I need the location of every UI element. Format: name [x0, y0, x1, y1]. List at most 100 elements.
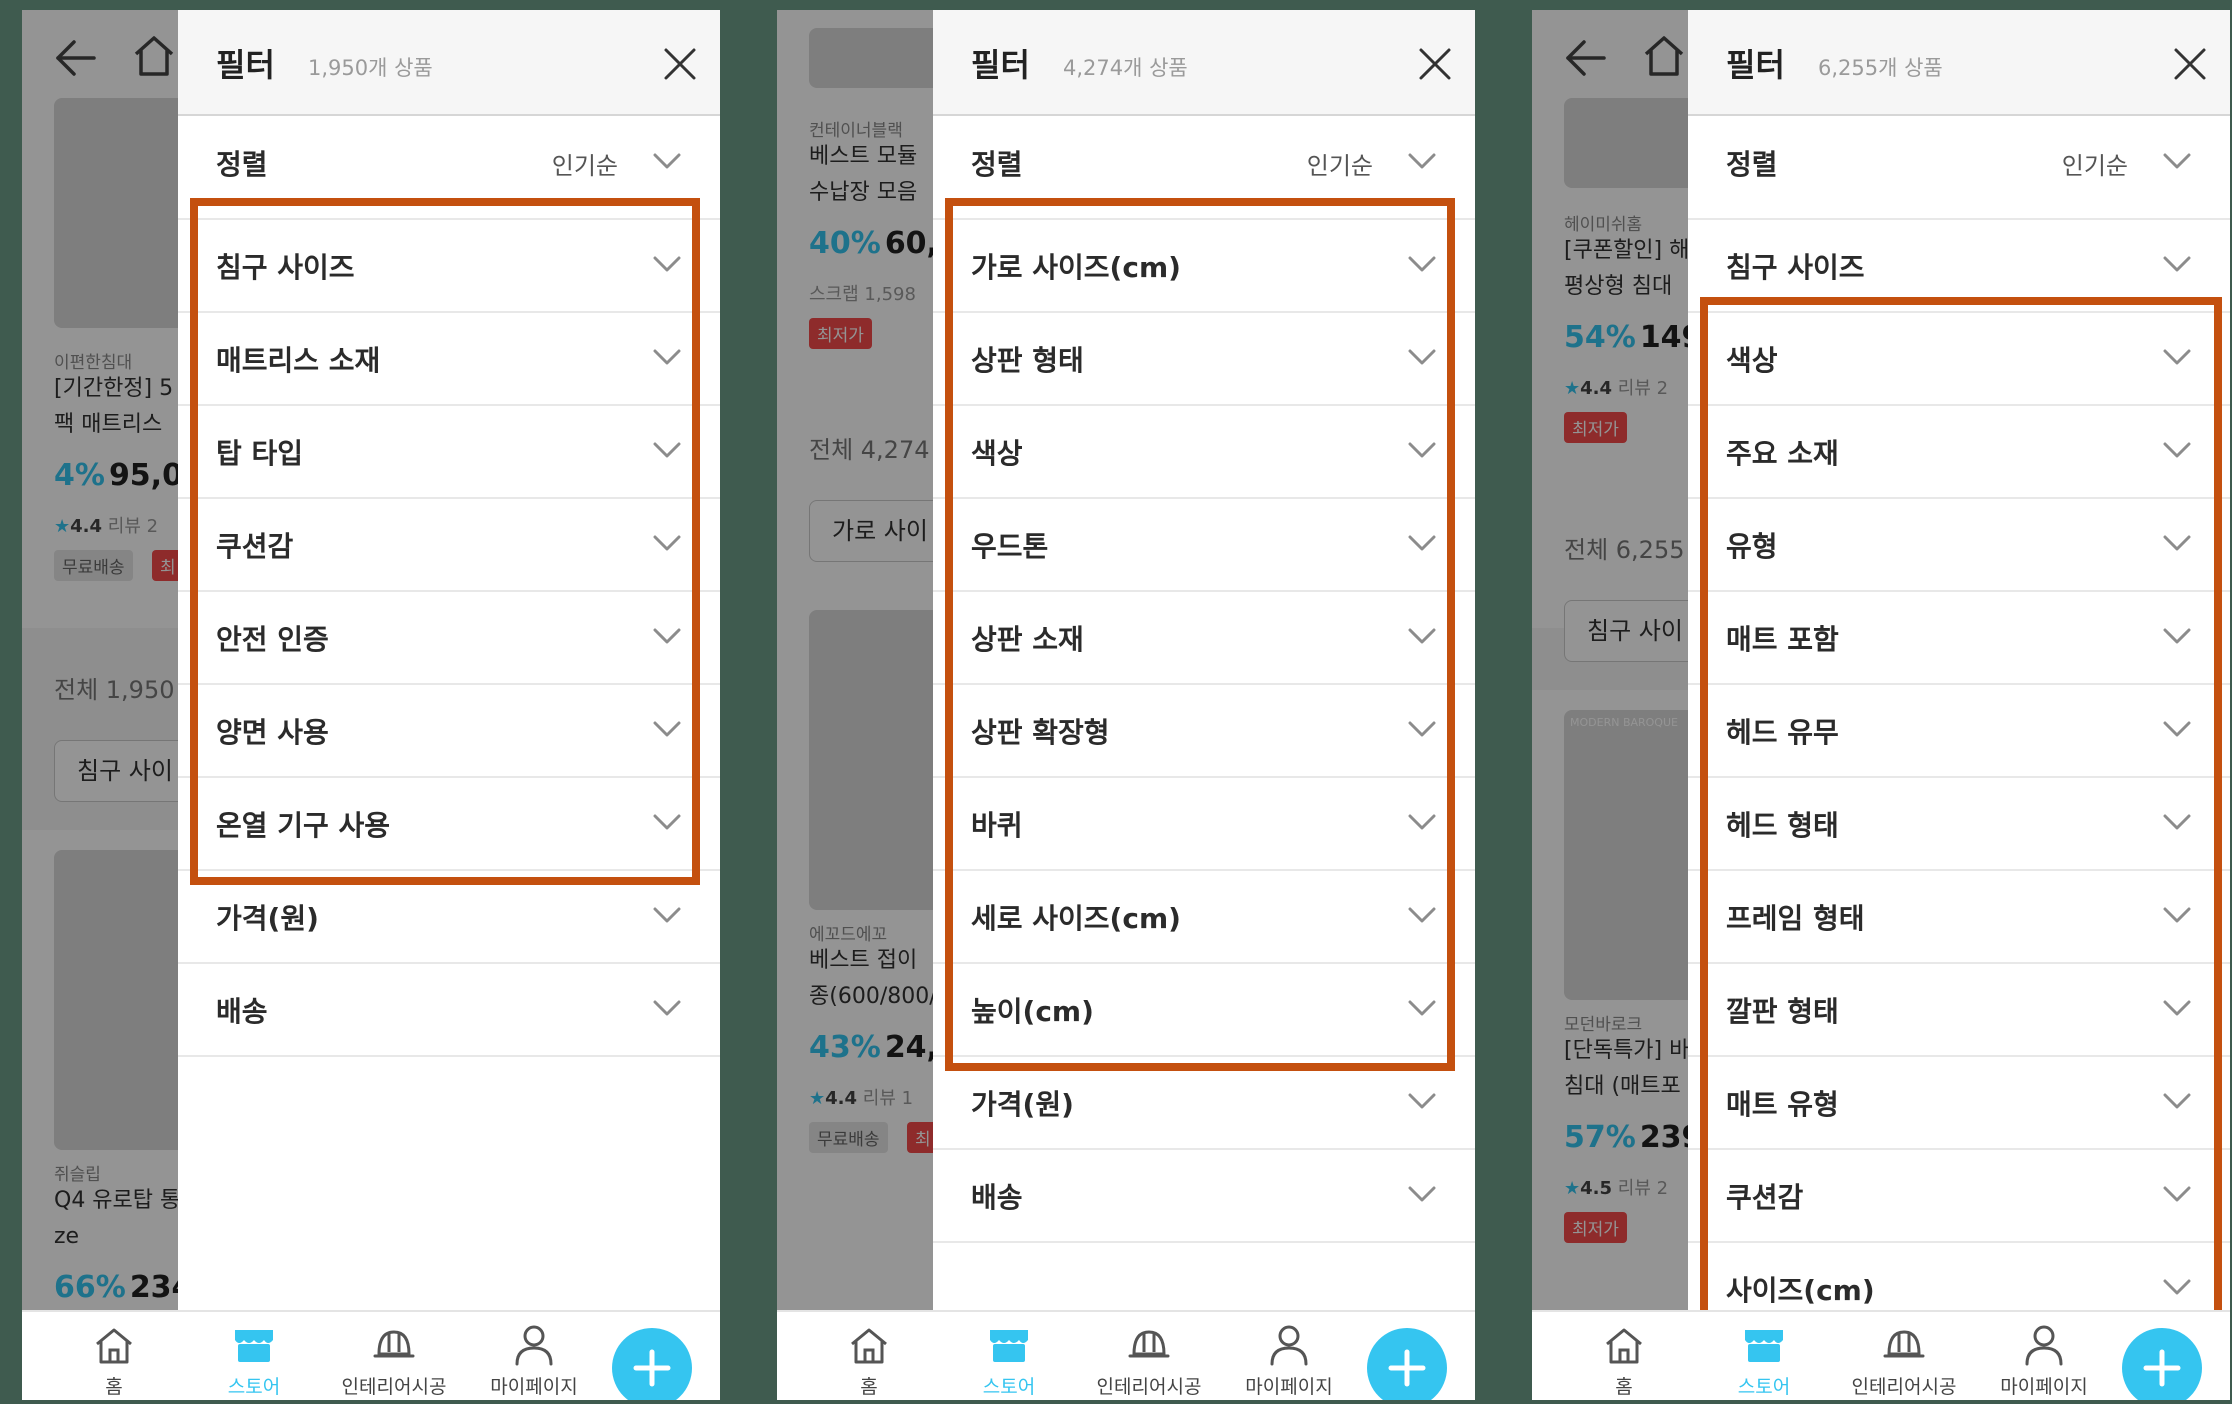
nav-store[interactable]: 스토어	[939, 1322, 1079, 1399]
filter-row[interactable]: 상판 형태	[933, 313, 1475, 406]
nav-interior[interactable]: 인테리어시공	[324, 1322, 464, 1399]
sort-row[interactable]: 정렬 인기순	[1688, 117, 2230, 220]
add-button[interactable]	[2122, 1328, 2202, 1400]
store-icon	[235, 1330, 273, 1362]
nav-store[interactable]: 스토어	[184, 1322, 324, 1399]
filter-row[interactable]: 상판 확장형	[933, 685, 1475, 778]
chevron-down-icon	[1408, 535, 1436, 551]
filter-panel: 필터 1,950개 상품 정렬 인기순 침구 사이즈 매트리스 소재 탑 타입 쿠션감 안전 인…	[178, 10, 720, 1310]
nav-store[interactable]: 스토어	[1694, 1322, 1834, 1399]
nav-label: 인테리어시공	[341, 1376, 447, 1398]
filter-row[interactable]: 세로 사이즈(cm)	[933, 871, 1475, 964]
chevron-down-icon	[653, 256, 681, 272]
chevron-down-icon	[2163, 721, 2191, 737]
person-icon	[2025, 1325, 2063, 1366]
filter-row[interactable]: 침구 사이즈	[178, 220, 720, 313]
nav-label: 홈	[105, 1376, 123, 1398]
chevron-down-icon	[1408, 814, 1436, 830]
filter-row[interactable]: 쿠션감	[178, 499, 720, 592]
chevron-down-icon	[1408, 349, 1436, 365]
filter-row[interactable]: 유형	[1688, 499, 2230, 592]
filter-label: 상판 소재	[971, 623, 1084, 656]
sort-value: 인기순	[1306, 152, 1373, 180]
filter-row[interactable]: 양면 사용	[178, 685, 720, 778]
chevron-down-icon	[2163, 442, 2191, 458]
sort-label: 정렬	[216, 148, 268, 181]
close-icon[interactable]	[1417, 46, 1453, 82]
filter-row[interactable]: 가로 사이즈(cm)	[933, 220, 1475, 313]
sort-row[interactable]: 정렬 인기순	[178, 117, 720, 220]
sort-value: 인기순	[551, 152, 618, 180]
filter-label: 가격(원)	[971, 1088, 1074, 1121]
bottom-nav: 홈 스토어 인테리어시공 마이페이지	[22, 1310, 720, 1400]
nav-label: 홈	[1615, 1376, 1633, 1398]
dim-overlay[interactable]	[1532, 10, 1692, 1310]
helmet-icon	[373, 1330, 415, 1358]
close-icon[interactable]	[662, 46, 698, 82]
filter-row[interactable]: 배송	[178, 964, 720, 1057]
sort-row[interactable]: 정렬 인기순	[933, 117, 1475, 220]
filter-row[interactable]: 매트리스 소재	[178, 313, 720, 406]
filter-label: 가로 사이즈(cm)	[971, 251, 1181, 284]
nav-mypage[interactable]: 마이페이지	[1974, 1322, 2114, 1399]
filter-label: 주요 소재	[1726, 437, 1839, 470]
filter-row[interactable]: 매트 포함	[1688, 592, 2230, 685]
bottom-nav: 홈 스토어 인테리어시공 마이페이지	[1532, 1310, 2230, 1400]
filter-row[interactable]: 안전 인증	[178, 592, 720, 685]
chevron-down-icon	[2163, 628, 2191, 644]
filter-row[interactable]: 우드톤	[933, 499, 1475, 592]
filter-row[interactable]: 쿠션감	[1688, 1150, 2230, 1243]
chevron-down-icon	[653, 628, 681, 644]
filter-label: 사이즈(cm)	[1726, 1274, 1875, 1307]
filter-label: 탑 타입	[216, 437, 304, 470]
person-icon	[515, 1325, 553, 1366]
filter-row[interactable]: 색상	[933, 406, 1475, 499]
filter-label: 바퀴	[971, 809, 1023, 842]
filter-label: 침구 사이즈	[216, 251, 355, 284]
nav-mypage[interactable]: 마이페이지	[1219, 1322, 1359, 1399]
filter-label: 프레임 형태	[1726, 902, 1865, 935]
home-icon	[96, 1328, 132, 1364]
nav-interior[interactable]: 인테리어시공	[1079, 1322, 1219, 1399]
filter-row[interactable]: 매트 유형	[1688, 1057, 2230, 1150]
chevron-down-icon	[2163, 349, 2191, 365]
add-button[interactable]	[1367, 1328, 1447, 1400]
filter-row[interactable]: 프레임 형태	[1688, 871, 2230, 964]
nav-home[interactable]: 홈	[1554, 1322, 1694, 1399]
plus-icon	[2143, 1349, 2181, 1387]
filter-row[interactable]: 색상	[1688, 313, 2230, 406]
dim-overlay[interactable]	[777, 10, 937, 1310]
chevron-down-icon	[653, 907, 681, 923]
chevron-down-icon	[1408, 1093, 1436, 1109]
add-button[interactable]	[612, 1328, 692, 1400]
filter-row[interactable]: 배송	[933, 1150, 1475, 1243]
nav-mypage[interactable]: 마이페이지	[464, 1322, 604, 1399]
product-count: 1,950개 상품	[308, 56, 433, 80]
filter-row[interactable]: 가격(원)	[178, 871, 720, 964]
chevron-down-icon	[1408, 907, 1436, 923]
nav-label: 마이페이지	[490, 1376, 578, 1398]
close-icon[interactable]	[2172, 46, 2208, 82]
nav-interior[interactable]: 인테리어시공	[1834, 1322, 1974, 1399]
filter-row[interactable]: 헤드 형태	[1688, 778, 2230, 871]
filter-row[interactable]: 가격(원)	[933, 1057, 1475, 1150]
bottom-nav: 홈 스토어 인테리어시공 마이페이지	[777, 1310, 1475, 1400]
filter-label: 배송	[216, 995, 268, 1028]
filter-row[interactable]: 침구 사이즈	[1688, 220, 2230, 313]
filter-label: 헤드 형태	[1726, 809, 1839, 842]
chevron-down-icon	[2163, 535, 2191, 551]
nav-home[interactable]: 홈	[44, 1322, 184, 1399]
nav-home[interactable]: 홈	[799, 1322, 939, 1399]
filter-row[interactable]: 상판 소재	[933, 592, 1475, 685]
chevron-down-icon	[2163, 1279, 2191, 1295]
filter-row[interactable]: 탑 타입	[178, 406, 720, 499]
filter-row[interactable]: 주요 소재	[1688, 406, 2230, 499]
dim-overlay[interactable]	[22, 10, 182, 1310]
filter-row[interactable]: 깔판 형태	[1688, 964, 2230, 1057]
phone-screen-2: 컨테이너블랙베스트 모듈수납장 모음40%60,0스크랩 1,598최저가전체 …	[777, 10, 1475, 1400]
filter-row[interactable]: 온열 기구 사용	[178, 778, 720, 871]
filter-row[interactable]: 헤드 유무	[1688, 685, 2230, 778]
filter-label: 배송	[971, 1181, 1023, 1214]
filter-row[interactable]: 바퀴	[933, 778, 1475, 871]
filter-row[interactable]: 높이(cm)	[933, 964, 1475, 1057]
